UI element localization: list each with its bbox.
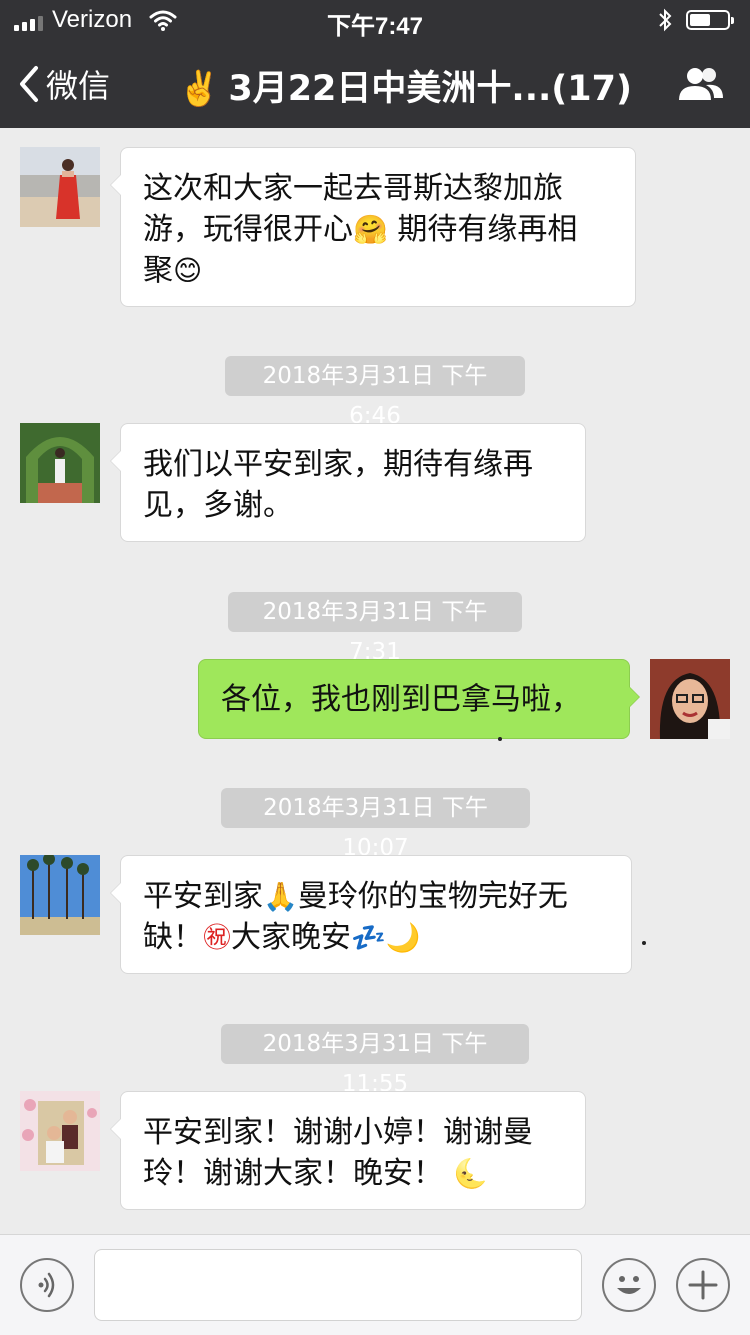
chat-title-text: 3月22日中美洲十...(17) <box>228 69 632 109</box>
message-bubble-mine[interactable]: 各位，我也刚到巴拿马啦， <box>198 659 640 739</box>
clock: 下午7:47 <box>326 13 424 40</box>
message-input[interactable] <box>94 1249 582 1321</box>
message-text: 玲！谢谢大家！晚安！ <box>143 1156 443 1191</box>
couple-flowers-avatar <box>20 1091 100 1171</box>
smiley-icon <box>617 1276 641 1294</box>
back-button[interactable]: 微信 <box>18 62 110 106</box>
back-label: 微信 <box>46 67 111 105</box>
zzz-icon: 💤 <box>351 921 386 954</box>
chevron-left-icon <box>20 66 38 102</box>
ellipsis-dot <box>498 737 502 741</box>
emoji-button[interactable] <box>602 1258 656 1312</box>
voice-button[interactable] <box>20 1258 74 1312</box>
avatar[interactable] <box>20 855 100 935</box>
status-bar: Verizon 下午7:47 <box>0 0 750 40</box>
congratulations-icon: ㊗ <box>203 921 232 954</box>
chat-input-bar <box>0 1234 750 1335</box>
plus-icon <box>688 1270 718 1300</box>
hugging-face-icon: 🤗 <box>353 213 388 246</box>
timestamp: 2018年3月31日 下午11:55 <box>221 1024 529 1097</box>
message-bubble[interactable]: 平安到家！谢谢小婷！谢谢曼 玲！谢谢大家！晚安！ 🌜 <box>110 1091 586 1210</box>
woman-glasses-avatar <box>650 659 730 739</box>
woman-garden-arch-avatar <box>20 423 100 503</box>
message-text: 各位，我也刚到巴拿马啦， <box>221 682 581 717</box>
bluetooth-icon <box>659 8 672 32</box>
moon-face-icon: 🌜 <box>453 1157 488 1190</box>
message-text: 缺！ <box>143 920 203 955</box>
message-text: 大家晚安 <box>231 920 352 955</box>
message-bubble[interactable]: 我们以平安到家，期待有缘再 见，多谢。 <box>110 423 586 542</box>
crescent-moon-icon: 🌙 <box>385 921 421 954</box>
victory-hand-icon: ✌️ <box>178 69 221 109</box>
woman-red-dress-avatar <box>20 147 100 227</box>
smiling-face-icon: 😊 <box>173 254 203 287</box>
timestamp: 2018年3月31日 下午6:46 <box>225 356 525 429</box>
message-text: 见，多谢。 <box>143 488 293 523</box>
message-text: 聚 <box>143 253 173 288</box>
group-members-button[interactable] <box>676 64 726 104</box>
timestamp: 2018年3月31日 下午10:07 <box>221 788 530 861</box>
more-button[interactable] <box>676 1258 730 1312</box>
message-bubble[interactable]: 这次和大家一起去哥斯达黎加旅 游，玩得很开心🤗 期待有缘再相 聚😊 <box>110 147 636 307</box>
avatar[interactable] <box>20 423 100 503</box>
folded-hands-icon: 🙏 <box>263 880 298 913</box>
message-bubble[interactable]: 平安到家🙏曼玲你的宝物完好无 缺！㊗大家晚安💤🌙 <box>110 855 632 974</box>
message-text: 这次和大家一起去哥斯达黎加旅 <box>143 171 563 206</box>
message-text: 游，玩得很开心 <box>143 212 353 247</box>
message-text: 期待有缘再相 <box>397 212 578 247</box>
message-text: 我们以平安到家，期待有缘再 <box>143 447 533 482</box>
palm-trees-avatar <box>20 855 100 935</box>
avatar[interactable] <box>20 147 100 227</box>
my-avatar[interactable] <box>650 659 730 739</box>
avatar[interactable] <box>20 1091 100 1171</box>
nav-bar: Verizon 下午7:47 微信 ✌️ 3月22日中美洲十...(17) <box>0 0 750 128</box>
message-text: 平安到家！谢谢小婷！谢谢曼 <box>143 1115 533 1150</box>
battery-icon <box>686 10 734 30</box>
chat-title: ✌️ 3月22日中美洲十...(17) <box>178 60 632 111</box>
voice-icon <box>38 1272 55 1298</box>
ellipsis-dot <box>642 941 646 945</box>
timestamp: 2018年3月31日 下午7:31 <box>228 592 522 665</box>
message-text: 平安到家 <box>143 879 263 914</box>
message-text: 曼玲你的宝物完好无 <box>297 879 568 914</box>
